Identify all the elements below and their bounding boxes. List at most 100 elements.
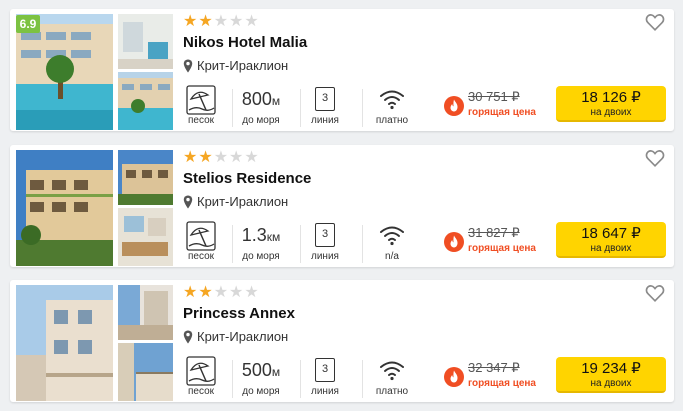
wifi-label: n/a: [385, 251, 399, 262]
heart-outline-icon[interactable]: [644, 11, 666, 33]
distance-label: до моря: [242, 115, 280, 126]
price-for: на двоих: [590, 243, 632, 254]
distance-unit: км: [266, 230, 281, 244]
divider: [300, 360, 301, 398]
star-empty-icon: ★: [229, 13, 244, 30]
heart-outline-icon[interactable]: [644, 147, 666, 169]
hot-price-label: горящая цена: [468, 243, 536, 254]
distance-feature: 500м до моря: [232, 356, 290, 397]
star-filled-icon: ★: [198, 13, 213, 30]
hotel-photo-thumb[interactable]: [118, 72, 173, 130]
star-empty-icon: ★: [213, 13, 229, 30]
wifi-label: платно: [375, 386, 409, 397]
hotel-name[interactable]: Nikos Hotel Malia: [183, 34, 307, 51]
hotel-photo-main[interactable]: [16, 150, 113, 266]
beach-label: песок: [187, 251, 215, 262]
map-pin-icon: [183, 59, 193, 72]
star-empty-icon: ★: [213, 284, 229, 301]
line-label: линия: [311, 115, 339, 126]
divider: [362, 89, 363, 127]
beach-umbrella-icon: [186, 356, 216, 386]
price-button[interactable]: 18 126 ₽ на двоих: [556, 86, 666, 122]
price-button[interactable]: 19 234 ₽ на двоих: [556, 357, 666, 393]
price-button[interactable]: 18 647 ₽ на двоих: [556, 222, 666, 258]
hotel-list: 6.9 ★ ★ ★ ★ ★ Nikos Hotel Malia Крит-Ира…: [0, 0, 683, 411]
hotel-location: Крит-Ираклион: [183, 329, 288, 344]
distance-value: 800: [241, 89, 272, 109]
star-rating: ★ ★ ★ ★ ★: [183, 284, 259, 301]
location-text: Крит-Ираклион: [197, 329, 289, 344]
star-filled-icon: ★: [183, 13, 198, 30]
line-label: линия: [311, 386, 339, 397]
distance-unit: м: [271, 94, 281, 108]
line-label: линия: [311, 251, 339, 262]
hotel-photo-thumb[interactable]: [118, 208, 173, 266]
hotel-name[interactable]: Stelios Residence: [183, 170, 311, 187]
hotel-card[interactable]: ★ ★ ★ ★ ★ Stelios Residence Крит-Ираклион пе…: [10, 145, 674, 267]
location-text: Крит-Ираклион: [197, 194, 289, 209]
wifi-feature: n/a: [366, 221, 418, 262]
star-filled-icon: ★: [183, 284, 198, 301]
hotel-photo-thumb[interactable]: [118, 343, 173, 401]
rating-badge: 6.9: [16, 15, 40, 33]
divider: [362, 225, 363, 263]
distance-value: 1.3: [241, 225, 267, 245]
old-price: 32 347 ₽: [468, 360, 520, 375]
hotel-location: Крит-Ираклион: [183, 58, 288, 73]
beach-umbrella-icon: [186, 221, 216, 251]
location-text: Крит-Ираклион: [197, 58, 289, 73]
flame-icon: [444, 96, 464, 116]
line-feature: 3 линия: [302, 221, 348, 262]
distance-unit: м: [271, 365, 281, 379]
hotel-card[interactable]: 6.9 ★ ★ ★ ★ ★ Nikos Hotel Malia Крит-Ира…: [10, 9, 674, 131]
old-price: 31 827 ₽: [468, 225, 520, 240]
hotel-photo-thumb[interactable]: [118, 285, 173, 340]
divider: [300, 225, 301, 263]
beach-label: песок: [187, 115, 215, 126]
distance-label: до моря: [242, 386, 280, 397]
divider: [300, 89, 301, 127]
distance-value: 500: [241, 360, 272, 380]
hot-price-label: горящая цена: [468, 107, 536, 118]
wifi-icon: [380, 361, 404, 381]
beach-feature: песок: [179, 85, 223, 126]
flame-icon: [444, 367, 464, 387]
hotel-name[interactable]: Princess Annex: [183, 305, 295, 322]
hotel-photo-main[interactable]: [16, 285, 113, 401]
wifi-icon: [380, 90, 404, 110]
star-rating: ★ ★ ★ ★ ★: [183, 13, 259, 30]
wifi-feature: платно: [366, 85, 418, 126]
line-feature: 3 линия: [302, 85, 348, 126]
hotel-photo-thumb[interactable]: [118, 14, 173, 69]
star-empty-icon: ★: [244, 284, 259, 301]
hotel-photo-thumb[interactable]: [118, 150, 173, 205]
line-value: 3: [315, 223, 335, 247]
price-amount: 19 234 ₽: [581, 360, 641, 377]
star-filled-icon: ★: [198, 149, 213, 166]
map-pin-icon: [183, 330, 193, 343]
star-empty-icon: ★: [213, 149, 229, 166]
wifi-feature: платно: [366, 356, 418, 397]
beach-feature: песок: [179, 221, 223, 262]
distance-label: до моря: [242, 251, 280, 262]
price-for: на двоих: [590, 107, 632, 118]
hotel-card[interactable]: ★ ★ ★ ★ ★ Princess Annex Крит-Ираклион песок…: [10, 280, 674, 402]
distance-feature: 800м до моря: [232, 85, 290, 126]
star-empty-icon: ★: [244, 149, 259, 166]
heart-outline-icon[interactable]: [644, 282, 666, 304]
star-empty-icon: ★: [229, 284, 244, 301]
line-value: 3: [315, 358, 335, 382]
beach-feature: песок: [179, 356, 223, 397]
map-pin-icon: [183, 195, 193, 208]
wifi-icon: [380, 226, 404, 246]
old-price: 30 751 ₽: [468, 89, 520, 104]
price-for: на двоих: [590, 378, 632, 389]
hotel-location: Крит-Ираклион: [183, 194, 288, 209]
star-empty-icon: ★: [244, 13, 259, 30]
star-filled-icon: ★: [183, 149, 198, 166]
beach-umbrella-icon: [186, 85, 216, 115]
price-amount: 18 647 ₽: [581, 225, 641, 242]
hot-price-label: горящая цена: [468, 378, 536, 389]
line-feature: 3 линия: [302, 356, 348, 397]
price-amount: 18 126 ₽: [581, 89, 641, 106]
